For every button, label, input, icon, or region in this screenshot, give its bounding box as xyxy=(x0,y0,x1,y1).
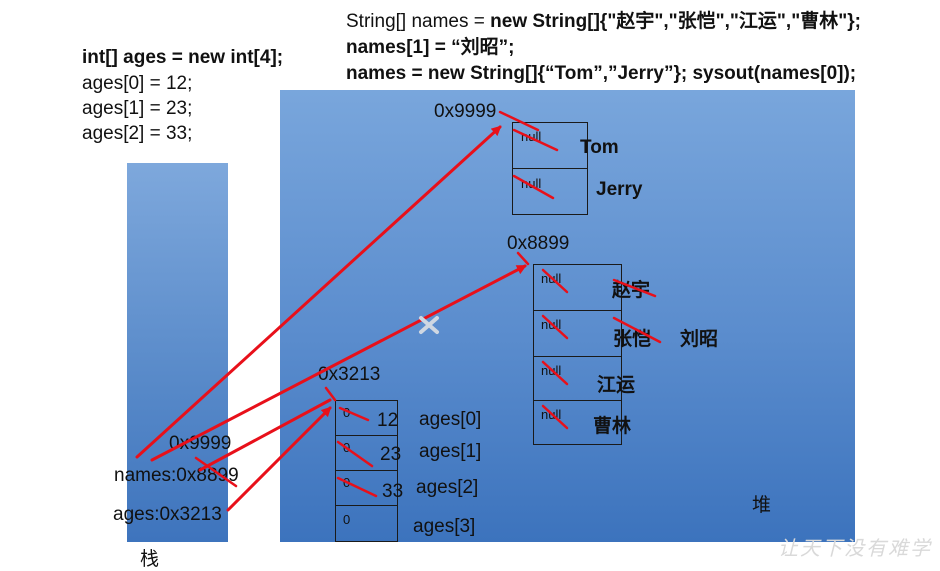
strike-9999-cell-0 xyxy=(512,128,559,152)
strike-zhangkai xyxy=(612,316,662,344)
strike-8899-cell-0 xyxy=(541,268,569,294)
arrow-ages-to-0x3213 xyxy=(226,406,332,512)
arrow-ages-old xyxy=(198,398,332,472)
arrow-names-old-to-0x8899 xyxy=(150,264,527,462)
strike-8899-cell-1 xyxy=(541,314,569,340)
strike-9999-cell-1 xyxy=(512,174,555,200)
strike-0x8899 xyxy=(516,251,530,266)
strike-3213-cell-2 xyxy=(336,476,378,498)
strike-0x3213 xyxy=(324,386,337,402)
broken-link-marker xyxy=(419,316,439,334)
strike-8899-cell-2 xyxy=(541,360,569,386)
strike-3213-cell-0 xyxy=(338,406,370,422)
strike-zhaoyu xyxy=(612,278,657,298)
strike-0x9999 xyxy=(498,110,540,132)
strike-8899-cell-3 xyxy=(541,404,569,430)
reference-overlay xyxy=(135,110,662,512)
strike-3213-cell-1 xyxy=(336,440,374,468)
